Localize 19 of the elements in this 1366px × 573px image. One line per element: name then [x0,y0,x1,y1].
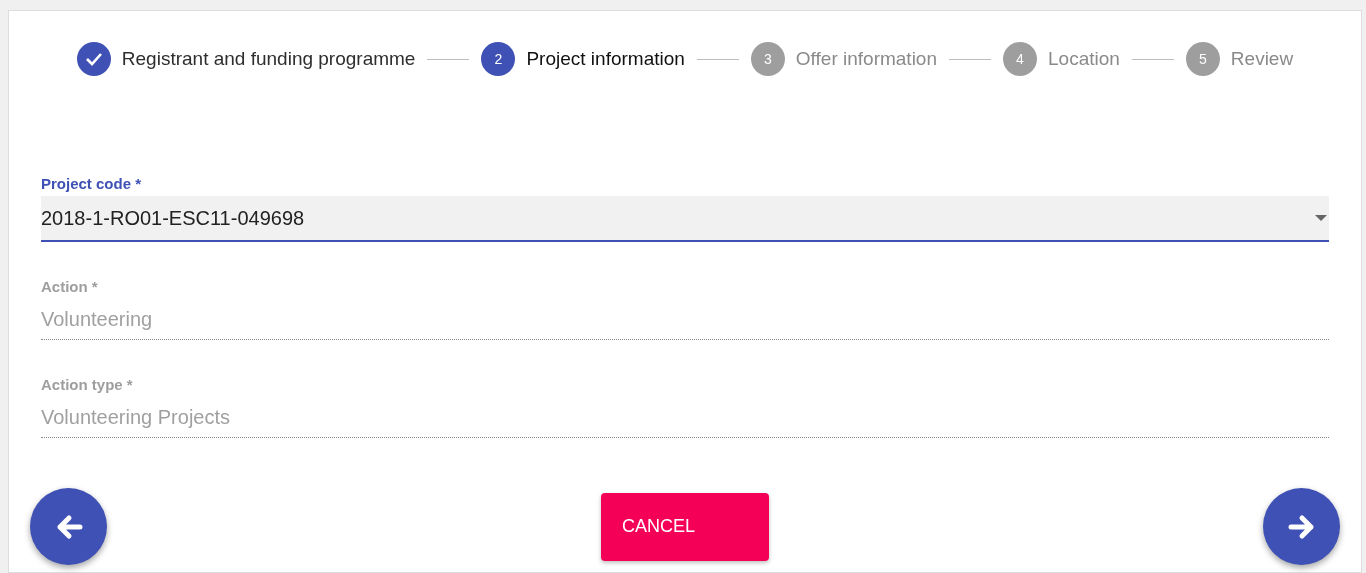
check-icon [84,52,103,66]
step-label[interactable]: Registrant and funding programme [121,48,416,70]
step-number: 2 [481,42,516,76]
arrow-right-icon [1287,512,1316,541]
step-label[interactable]: Project information [526,48,685,70]
back-button[interactable] [30,488,107,565]
project-code-select[interactable]: 2018-1-RO01-ESC11-049698 [41,196,1329,242]
cancel-button[interactable]: CANCEL [601,492,769,561]
step-number: 3 [750,42,785,76]
step-label[interactable]: Location [1048,48,1120,70]
field-label: Action type * [41,376,134,393]
field-label: Action * [41,278,99,295]
next-button[interactable] [1263,488,1340,565]
step-number: 4 [1003,42,1037,76]
step-number: 5 [1185,42,1220,76]
step-label[interactable]: Review [1230,48,1294,70]
step-label[interactable]: Offer information [795,48,937,70]
field-label: Project code * [41,175,143,192]
dropdown-caret-icon [1315,215,1327,221]
